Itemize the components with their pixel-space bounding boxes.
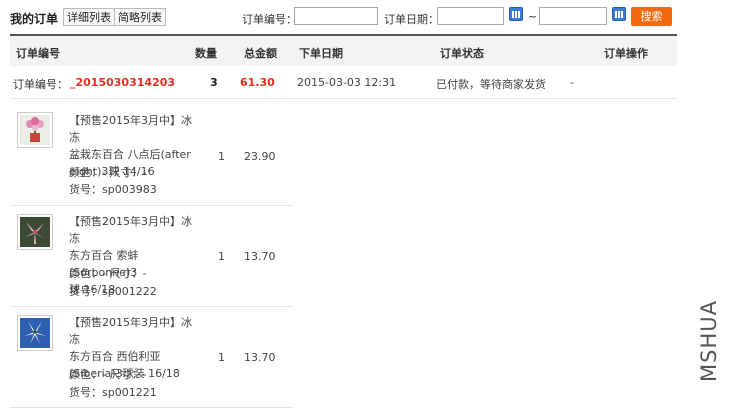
order-status: 已付款，等待商家发货: [436, 78, 546, 91]
order-no-link[interactable]: _2015030314203: [70, 76, 175, 89]
order-date-label: 订单日期：: [384, 13, 439, 26]
watermark: MSHUA: [697, 300, 721, 382]
simple-list-button[interactable]: 简略列表: [114, 8, 166, 26]
product-attrs: 颜色：- 尺寸：-: [69, 166, 147, 179]
product-name-line: 盆栽东百合 八点后(after: [69, 148, 191, 161]
product-image: [20, 318, 50, 348]
product-sku: 货号：sp003983: [69, 183, 157, 196]
date-to-input[interactable]: [539, 7, 607, 25]
item-qty: 1: [218, 250, 225, 263]
product-image: [20, 217, 50, 247]
calendar-icon[interactable]: [509, 7, 523, 21]
col-status: 订单状态: [440, 47, 484, 60]
product-thumbnail[interactable]: [17, 214, 53, 250]
product-name-line: 【预售2015年3月中】冰冻: [69, 316, 192, 346]
product-name-line: 【预售2015年3月中】冰冻: [69, 215, 192, 245]
order-total: 61.30: [240, 76, 275, 89]
divider: [10, 98, 677, 99]
search-button[interactable]: 搜索: [631, 7, 672, 26]
col-order-no: 订单编号: [16, 47, 60, 60]
date-from-input[interactable]: [437, 7, 504, 25]
product-sku: 货号：sp001222: [69, 285, 157, 298]
product-thumbnail[interactable]: [17, 315, 53, 351]
order-no-row-label: 订单编号：: [13, 78, 68, 91]
col-action: 订单操作: [604, 47, 648, 60]
order-qty: 3: [210, 76, 218, 89]
item-qty: 1: [218, 150, 225, 163]
product-thumbnail[interactable]: [17, 112, 53, 148]
col-date: 下单日期: [299, 47, 343, 60]
page-title: 我的订单: [10, 12, 59, 26]
order-date: 2015-03-03 12:31: [297, 76, 397, 89]
divider: [10, 205, 293, 206]
item-qty: 1: [218, 351, 225, 364]
col-total: 总金额: [244, 47, 277, 60]
product-attrs: 颜色：- 尺寸：-: [69, 368, 147, 381]
item-price: 13.70: [244, 250, 276, 263]
table-header: [10, 34, 677, 66]
item-price: 13.70: [244, 351, 276, 364]
divider: [10, 407, 293, 408]
date-separator: ~: [528, 10, 538, 23]
order-no-input[interactable]: [294, 7, 378, 25]
divider: [10, 306, 293, 307]
col-qty: 数量: [195, 47, 217, 60]
detail-list-button[interactable]: 详细列表: [63, 8, 115, 26]
calendar-icon[interactable]: [612, 7, 626, 21]
order-no-label: 订单编号：: [242, 13, 297, 26]
product-name-line: 【预售2015年3月中】冰冻: [69, 114, 192, 144]
product-attrs: 颜色：- 尺寸：-: [69, 267, 147, 280]
order-action: -: [570, 76, 574, 89]
product-image: [20, 115, 50, 145]
item-price: 23.90: [244, 150, 276, 163]
product-sku: 货号：sp001221: [69, 386, 157, 399]
product-name-line: 东方百合 西伯利亚: [69, 350, 161, 363]
